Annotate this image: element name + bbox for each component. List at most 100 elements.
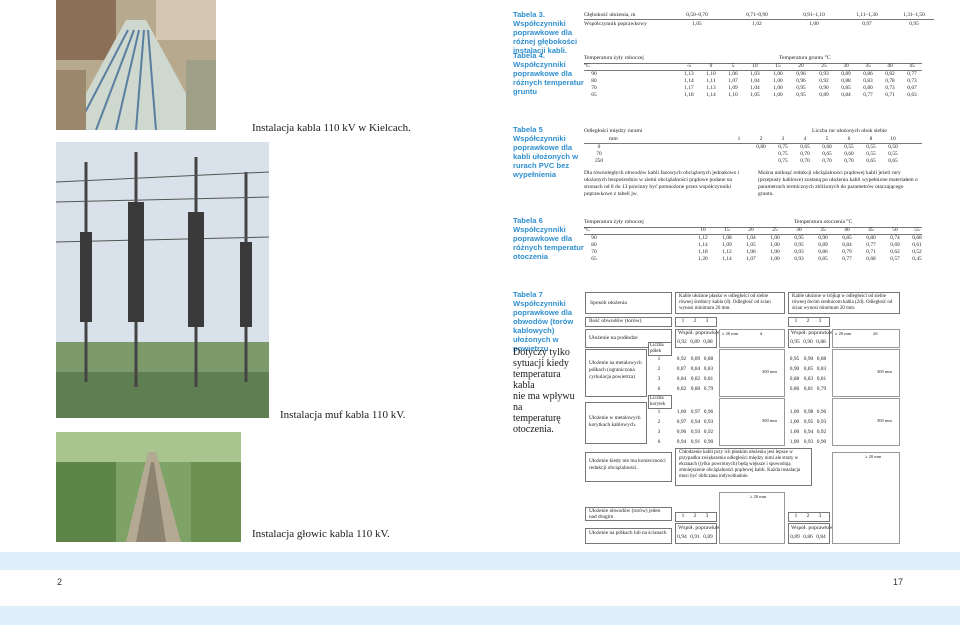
table-cell: 0,88 [789, 376, 800, 382]
table-header-row: 1 2 3 4 5 6 8 10 [737, 136, 896, 142]
table-cell: 0,83 [816, 366, 827, 372]
table-cell: 0,93 [690, 429, 701, 435]
table-cell: 0,98 [803, 409, 814, 415]
table-row: 90 1,13 1,10 1,06 1,03 1,00 0,96 0,93 0,89 0,86 0,… [584, 71, 916, 78]
table-cell: 1,14 [698, 242, 708, 248]
table-cell: 0,57 [890, 256, 900, 262]
table-cell: 0,82 [885, 71, 895, 77]
table6: Temperatura żyły roboczej Temperatura ot… [584, 219, 922, 264]
header-trefoil: Kable ułożone w trójkąt w odległości od … [788, 292, 900, 314]
table-cell: 0,94 [803, 429, 814, 435]
table-cell: 0,63 [907, 92, 917, 98]
table5-side-title: Tabela 5 Współczynniki poprawkowe dla kabl… [513, 125, 578, 179]
table-cell: 0,86 [863, 71, 873, 77]
table-cell: 0,93 [803, 439, 814, 445]
table-cell: 0,85 [803, 366, 814, 372]
table-cell: 1,10 [728, 92, 738, 98]
table-cell: 0,71 [866, 249, 876, 255]
table-cell: 0,81 [703, 376, 714, 382]
brak-cell: Ułożenie kiedy nie ma konieczności reduk… [585, 452, 672, 482]
table-cell: 0,79 [703, 386, 714, 392]
table-cell: 1,00 [789, 439, 800, 445]
table-cell: 0,68 [866, 256, 876, 262]
table-cell: 1,00 [770, 256, 780, 262]
table-cell: 0,95 [796, 92, 806, 98]
diagram-floor-trefoil: ≥ 20 mm 2d [832, 329, 900, 348]
table-cell: 0,92 [819, 78, 829, 84]
table-cell: 0,80 [756, 144, 766, 150]
table-cell: 0,84 [841, 92, 851, 98]
table-cell: 0,60 [822, 144, 832, 150]
table-cell: 0,93 [794, 256, 804, 262]
diagram-shelves-trefoil: 300 mm [832, 349, 900, 397]
table-cell: 0,97 [690, 409, 701, 415]
row-temp: 90 [591, 71, 597, 77]
table-cell: 0,65 [888, 158, 898, 164]
table-cell: 1,00 [773, 71, 783, 77]
table-cell: 1,14 [722, 256, 732, 262]
table-cell: 0,83 [703, 366, 714, 372]
table-cell: 0,83 [803, 376, 814, 382]
table-row: 80 1,14 1,09 1,05 1,00 0,95 0,89 0,84 0,77 0,69 0,… [584, 242, 921, 249]
table-cell: 0,85 [841, 85, 851, 91]
table-cell: 1,08 [722, 235, 732, 241]
table-cell: 0,84 [842, 242, 852, 248]
table-cell: 0,93 [794, 249, 804, 255]
table-cell: 0,55 [844, 144, 854, 150]
table-header-row: -5 0 5 10 15 20 25 30 35 40 45 [686, 63, 915, 69]
odstep-cell: Ułożenie obwodów (torów) jeden nad drugi… [585, 507, 672, 521]
table-cell: 0,96 [676, 429, 687, 435]
table4: Temperatura żyły roboczej Temperatura gr… [584, 55, 922, 100]
row-count: 1 [657, 409, 661, 415]
diagram-trays-trefoil: 300 mm [832, 398, 900, 446]
table-cell: 0,92 [676, 356, 687, 362]
table-cell: 0,93 [703, 419, 714, 425]
table-header-row: 10 15 20 25 30 35 40 45 50 55 [700, 227, 920, 233]
table-cell: 0,85 [818, 256, 828, 262]
table-cell: 0,86 [818, 249, 828, 255]
table-cell: 0,96 [816, 409, 827, 415]
table-cell: 1,00 [770, 235, 780, 241]
table-cell: 0,84 [676, 376, 687, 382]
table-cell: 1,04 [746, 235, 756, 241]
row-temp: 65 [591, 92, 597, 98]
korytka-count-head: Liczba korytek [648, 395, 672, 409]
photo-cable-terminations [56, 432, 241, 542]
table-cell: 0,73 [907, 78, 917, 84]
table-cell: 1,09 [728, 85, 738, 91]
table-cell: 0,82 [690, 376, 701, 382]
table-cell: 0,84 [690, 366, 701, 372]
page-number-left: 2 [57, 577, 63, 587]
table-cell: 1,04 [750, 78, 760, 84]
table-cell: 0,70 [844, 158, 854, 164]
table-cell: 0,78 [885, 78, 895, 84]
table-row: 70 1,18 1,12 1,06 1,00 0,93 0,86 0,79 0,71 0,62 0,… [584, 249, 921, 256]
table-cell: 1,00 [789, 429, 800, 435]
table-cell: 0,71 [885, 92, 895, 98]
scianie-values-a: Współ. poprawkowy 0,94 0,91 0,89 [675, 523, 725, 544]
table-cell: 1,00 [789, 419, 800, 425]
table3: Głębokość ułożenia, m 0,50–0,70 0,71–0,9… [584, 12, 934, 30]
photo1-caption: Instalacja kabla 110 kV w Kielcach. [252, 122, 411, 134]
table7-side-note: Dotyczy tylko sytuacji kiedy temperatura… [513, 347, 575, 435]
table-cell: 0,55 [866, 144, 876, 150]
table-cell: 0,87 [676, 366, 687, 372]
table-cell: 0,81 [816, 376, 827, 382]
row-distance: 70 [596, 151, 602, 157]
diagram-trays-flat: 300 mm [719, 398, 785, 446]
table-cell: 0,94 [690, 419, 701, 425]
table-cell: 0,93 [819, 71, 829, 77]
table-row: 0 0,80 0,75 0,65 0,60 0,55 0,55 0,50 [584, 144, 914, 151]
table-cell: 0,89 [819, 92, 829, 98]
table-cell: 0,94 [676, 439, 687, 445]
polki-cell: Ułożenie na metalowych półkach (ogranicz… [585, 349, 647, 397]
table-cell: 0,77 [866, 242, 876, 248]
table-cell: 1,00 [773, 78, 783, 84]
table-cell: 0,90 [803, 356, 814, 362]
podloga-values-a: Współ. poprawkowy 0,92 0,89 0,88 [675, 329, 725, 348]
table-cell: 1,11 [706, 78, 716, 84]
row-count: 6 [657, 386, 661, 392]
table-cell: 0,70 [822, 158, 832, 164]
row-distance: 250 [594, 158, 604, 164]
odstep-values-b: 1 2 3 [788, 512, 830, 522]
